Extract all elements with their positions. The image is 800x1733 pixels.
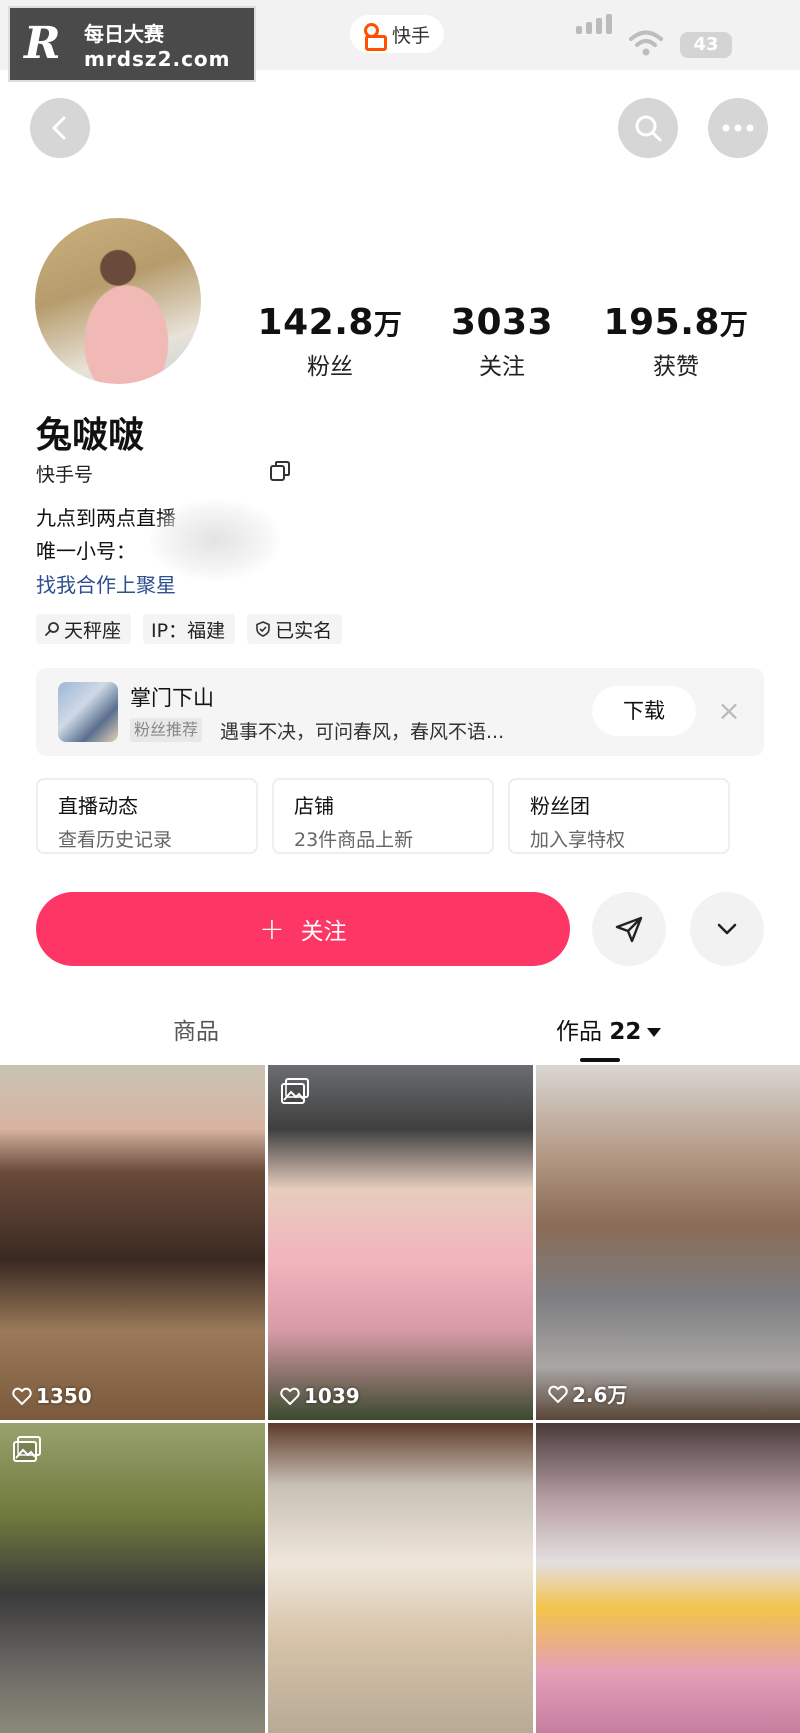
- heart-icon: [12, 1387, 32, 1405]
- chevron-down-icon: [717, 923, 737, 935]
- app-badge: 快手: [350, 15, 445, 53]
- kuaishou-logo-icon: [362, 22, 387, 51]
- watermark-logo: R: [24, 18, 61, 69]
- fans-label: 粉丝: [307, 354, 353, 380]
- search-button[interactable]: [618, 98, 678, 158]
- follow-button[interactable]: + 关注: [36, 892, 570, 966]
- shop-title: 店铺: [294, 794, 334, 818]
- likes-label: 获赞: [653, 354, 699, 380]
- post-thumbnail[interactable]: [268, 1423, 533, 1733]
- tab-works-label: 作品: [556, 1019, 602, 1045]
- search-icon: [635, 115, 662, 142]
- tag-verified: 已实名: [247, 614, 343, 644]
- following-label: 关注: [479, 354, 525, 380]
- album-icon: [13, 1436, 41, 1462]
- ks-id-label: 快手号: [36, 464, 94, 486]
- redacted-blur: [150, 500, 280, 580]
- watermark-title: 每日大赛: [84, 21, 164, 46]
- search-small-icon: [45, 622, 59, 636]
- download-button[interactable]: 下载: [592, 686, 696, 736]
- live-history-title: 直播动态: [58, 794, 138, 818]
- post-grid: 1350 1039 2.6万: [0, 1065, 800, 1733]
- heart-icon: [548, 1385, 568, 1403]
- tag-zodiac-label: 天秤座: [64, 619, 122, 642]
- tab-works[interactable]: 作品 22: [556, 1012, 662, 1046]
- plus-icon: +: [259, 911, 285, 947]
- follow-label: 关注: [300, 919, 347, 945]
- game-thumbnail: [58, 682, 118, 742]
- post-thumbnail[interactable]: [536, 1423, 800, 1733]
- copy-icon[interactable]: [268, 459, 292, 483]
- tag-zodiac: 天秤座: [36, 614, 132, 644]
- shop-subtitle: 23件商品上新: [294, 829, 414, 851]
- album-icon: [281, 1078, 309, 1104]
- post-thumbnail[interactable]: [0, 1423, 265, 1733]
- tag-ip-label: IP：福建: [151, 619, 226, 642]
- following-count: 3033: [450, 302, 554, 343]
- more-dots-icon: [722, 124, 754, 132]
- close-icon[interactable]: ×: [714, 696, 744, 726]
- send-icon: [615, 916, 643, 943]
- nickname: 兔啵啵: [36, 415, 145, 456]
- shop-card[interactable]: 店铺 23件商品上新: [272, 778, 494, 854]
- caret-down-icon: [647, 1028, 662, 1037]
- shield-check-icon: [256, 621, 270, 637]
- fan-recommend-badge: 粉丝推荐: [130, 718, 203, 742]
- likes-unit: 万: [719, 308, 749, 341]
- stat-likes[interactable]: 195.8万 获赞: [586, 302, 766, 381]
- bio-line-2: 唯一小号：: [36, 539, 136, 563]
- game-recommend-card[interactable]: 掌门下山 粉丝推荐 遇事不决，可问春风，春风不语... 下载 ×: [36, 668, 764, 756]
- expand-button[interactable]: [690, 892, 764, 966]
- fans-count: 142.8: [257, 302, 374, 343]
- post-thumbnail[interactable]: 2.6万: [536, 1065, 800, 1420]
- chevron-left-icon: [52, 116, 66, 140]
- tab-active-indicator: [580, 1058, 620, 1062]
- fan-group-title: 粉丝团: [530, 794, 590, 818]
- more-button[interactable]: [708, 98, 768, 158]
- tag-verified-label: 已实名: [275, 619, 333, 642]
- post-likes-count: 2.6万: [572, 1383, 628, 1407]
- watermark: R 每日大赛 mrdsz2.com: [8, 6, 256, 82]
- avatar[interactable]: [35, 218, 201, 384]
- fan-group-subtitle: 加入享特权: [530, 829, 626, 851]
- fans-unit: 万: [373, 308, 403, 341]
- stat-following[interactable]: 3033 关注: [412, 302, 592, 381]
- watermark-url: mrdsz2.com: [84, 46, 231, 71]
- live-history-card[interactable]: 直播动态 查看历史记录: [36, 778, 258, 854]
- stat-fans[interactable]: 142.8万 粉丝: [240, 302, 420, 381]
- back-button[interactable]: [30, 98, 90, 158]
- tab-works-count: 22: [609, 1019, 642, 1045]
- bio-link[interactable]: 找我合作上聚星: [36, 569, 176, 598]
- fan-group-card[interactable]: 粉丝团 加入享特权: [508, 778, 730, 854]
- tag-ip: IP：福建: [143, 614, 236, 644]
- post-thumbnail[interactable]: 1350: [0, 1065, 265, 1420]
- wifi-icon: [629, 30, 663, 56]
- post-likes: 1350: [12, 1384, 92, 1408]
- post-likes-count: 1039: [304, 1384, 360, 1408]
- tab-goods[interactable]: 商品: [173, 1012, 219, 1046]
- post-likes: 2.6万: [548, 1379, 627, 1408]
- post-thumbnail[interactable]: 1039: [268, 1065, 533, 1420]
- live-history-subtitle: 查看历史记录: [58, 829, 173, 851]
- game-title: 掌门下山: [130, 686, 214, 710]
- battery-indicator: 43: [680, 32, 732, 58]
- heart-icon: [280, 1387, 300, 1405]
- likes-count: 195.8: [603, 302, 720, 343]
- post-likes-count: 1350: [36, 1384, 92, 1408]
- profile-tags: 天秤座 IP：福建 已实名: [36, 614, 343, 644]
- share-button[interactable]: [592, 892, 666, 966]
- app-name: 快手: [392, 24, 431, 47]
- post-likes: 1039: [280, 1384, 360, 1408]
- game-description: 遇事不决，可问春风，春风不语...: [220, 721, 505, 743]
- profile-stats: 142.8万 粉丝 3033 关注 195.8万 获赞: [240, 302, 780, 392]
